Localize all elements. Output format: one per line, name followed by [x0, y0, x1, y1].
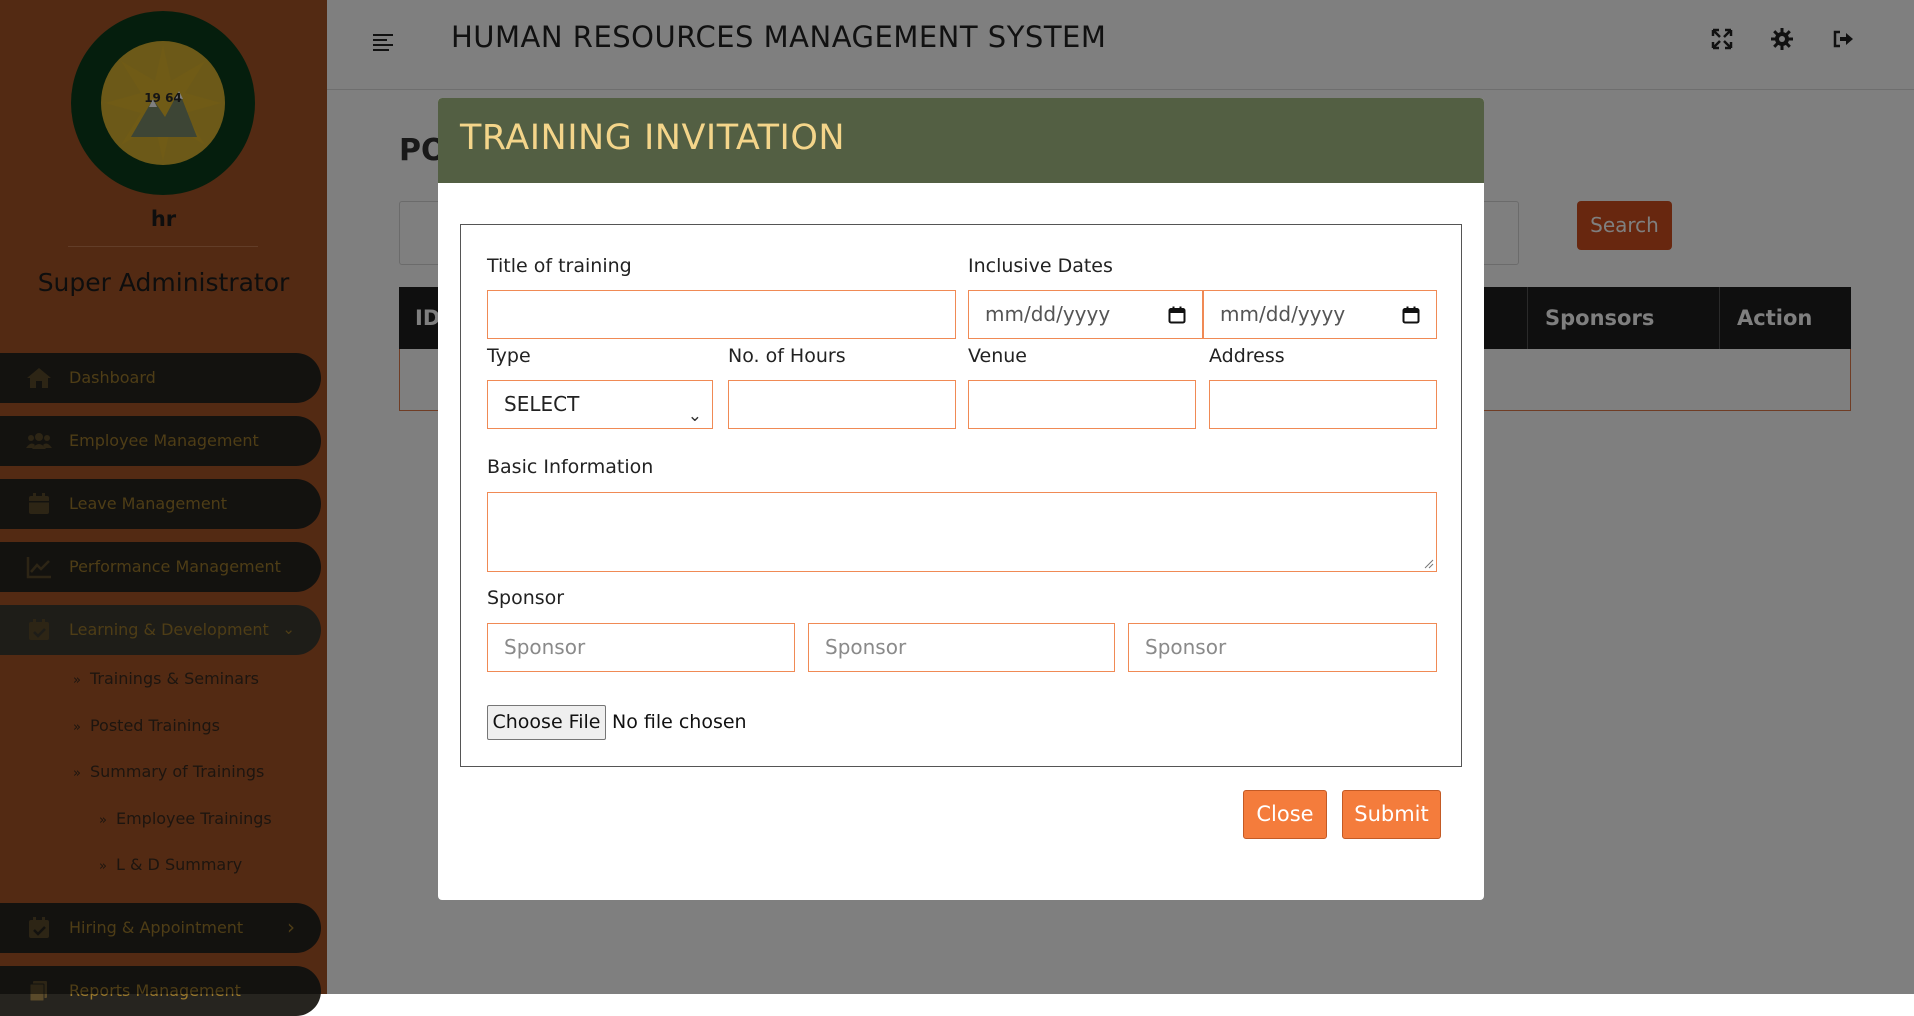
type-selected-value: SELECT: [504, 392, 580, 416]
sponsor-label: Sponsor: [487, 587, 565, 609]
modal-title: TRAINING INVITATION: [460, 118, 846, 158]
hours-input[interactable]: [728, 380, 956, 429]
calendar-icon[interactable]: [1168, 306, 1186, 324]
address-input[interactable]: [1209, 380, 1437, 429]
submit-button[interactable]: Submit: [1342, 790, 1441, 839]
training-invitation-modal: TRAINING INVITATION Title of training In…: [438, 98, 1484, 900]
choose-file-button[interactable]: Choose File: [487, 705, 606, 740]
hours-label: No. of Hours: [728, 345, 846, 367]
inclusive-dates-label: Inclusive Dates: [968, 255, 1113, 277]
file-status: No file chosen: [612, 711, 747, 733]
chevron-down-icon: ⌄: [687, 406, 702, 426]
date-end-value: mm/dd/yyyy: [1220, 302, 1346, 326]
close-button[interactable]: Close: [1243, 790, 1327, 839]
date-start-value: mm/dd/yyyy: [985, 302, 1111, 326]
sponsor-input-3[interactable]: Sponsor: [1128, 623, 1437, 672]
calendar-icon[interactable]: [1402, 306, 1420, 324]
venue-label: Venue: [968, 345, 1027, 367]
sponsor-input-2[interactable]: Sponsor: [808, 623, 1115, 672]
sponsor-input-1[interactable]: Sponsor: [487, 623, 795, 672]
title-of-training-label: Title of training: [487, 255, 632, 277]
title-of-training-input[interactable]: [487, 290, 956, 339]
basic-information-textarea[interactable]: [487, 492, 1437, 572]
date-end-input[interactable]: mm/dd/yyyy: [1203, 290, 1437, 339]
type-label: Type: [487, 345, 531, 367]
training-form: Title of training Inclusive Dates mm/dd/…: [460, 224, 1462, 767]
address-label: Address: [1209, 345, 1285, 367]
resize-handle-icon[interactable]: [1424, 559, 1434, 569]
type-select[interactable]: SELECT ⌄: [487, 380, 713, 429]
modal-header: TRAINING INVITATION: [438, 98, 1484, 183]
date-start-input[interactable]: mm/dd/yyyy: [968, 290, 1203, 339]
basic-information-label: Basic Information: [487, 456, 654, 478]
venue-input[interactable]: [968, 380, 1196, 429]
